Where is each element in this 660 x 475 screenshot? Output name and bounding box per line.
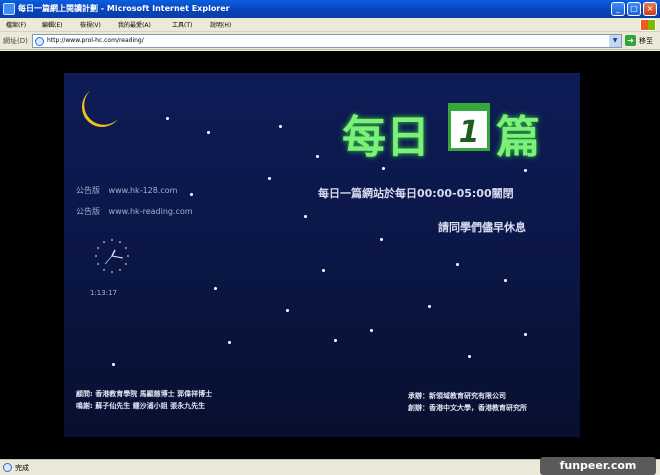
star xyxy=(112,363,115,366)
address-label: 網址(D) xyxy=(3,37,28,45)
close-button[interactable]: × xyxy=(643,2,657,16)
calendar-page-icon: 1 xyxy=(448,103,490,151)
star xyxy=(456,263,459,266)
star xyxy=(207,131,210,134)
windows-flag-icon xyxy=(640,19,656,31)
crescent-moon-icon xyxy=(82,91,118,127)
credit-thanks: 鳴謝: 蘇子仙先生 鍾沙浦小姐 張永九先生 xyxy=(76,402,206,410)
star xyxy=(268,177,271,180)
star xyxy=(322,269,325,272)
clock-time: 1:13:17 xyxy=(90,289,117,297)
maximize-button[interactable]: □ xyxy=(627,2,641,16)
star xyxy=(279,125,282,128)
page-done-icon xyxy=(3,463,12,472)
minimize-button[interactable]: _ xyxy=(611,2,625,16)
star xyxy=(468,355,471,358)
menu-favorites[interactable]: 我的最愛(A) xyxy=(118,20,151,29)
board-link-2[interactable]: 公告版 www.hk-reading.com xyxy=(76,206,193,217)
site-logo: 每日 1 篇 xyxy=(342,101,552,163)
window-title: 每日一篇網上閱讀計劃 - Microsoft Internet Explorer xyxy=(18,4,230,13)
logo-number: 1 xyxy=(458,115,480,150)
board-url[interactable]: www.hk-reading.com xyxy=(109,207,193,216)
board-label: 公告版 xyxy=(76,186,100,195)
logo-text-right: 篇 xyxy=(496,112,540,163)
star xyxy=(334,339,337,342)
board-link-1[interactable]: 公告版 www.hk-128.com xyxy=(76,185,177,196)
menu-file[interactable]: 檔案(F) xyxy=(6,20,26,29)
go-arrow-icon[interactable]: ➜ xyxy=(625,35,636,46)
star xyxy=(228,341,231,344)
star xyxy=(380,238,383,241)
window-controls: _ □ × xyxy=(611,2,657,16)
menu-tools[interactable]: 工具(T) xyxy=(172,20,192,29)
credit-advisor: 顧問: 香港教育學院 馬顯慈博士 郭偉祥博士 xyxy=(76,390,213,398)
logo-text-left: 每日 xyxy=(342,112,430,163)
star xyxy=(214,287,217,290)
credit-organizer: 承辦：新領域教育研究有限公司 xyxy=(408,392,506,400)
browser-window: 每日一篇網上閱讀計劃 - Microsoft Internet Explorer… xyxy=(0,0,660,475)
star xyxy=(304,215,307,218)
page-icon xyxy=(35,37,44,46)
address-bar: 網址(D) http://www.prol-hc.com/reading/ ▼ … xyxy=(0,32,660,50)
star xyxy=(428,305,431,308)
star xyxy=(524,169,527,172)
go-button[interactable]: ➜ 移至 xyxy=(625,35,657,47)
star xyxy=(286,309,289,312)
star xyxy=(190,193,193,196)
browser-viewport: 每日 1 篇 每日一篇網站於每日00:00-05:00關閉 請同學們儘早休息 公… xyxy=(0,51,660,459)
title-bar: 每日一篇網上閱讀計劃 - Microsoft Internet Explorer… xyxy=(0,0,660,18)
analog-clock-icon xyxy=(95,239,129,273)
star xyxy=(316,155,319,158)
address-input[interactable]: http://www.prol-hc.com/reading/ ▼ xyxy=(32,34,622,48)
star xyxy=(382,167,385,170)
address-url[interactable]: http://www.prol-hc.com/reading/ xyxy=(47,37,144,44)
menu-help[interactable]: 說明(H) xyxy=(210,20,231,29)
star xyxy=(370,329,373,332)
go-label[interactable]: 移至 xyxy=(639,36,653,46)
star xyxy=(166,117,169,120)
star xyxy=(504,279,507,282)
credit-founder: 創辦：香港中文大學，香港教育研究所 xyxy=(408,404,527,412)
chevron-down-icon[interactable]: ▼ xyxy=(609,35,621,47)
board-url[interactable]: www.hk-128.com xyxy=(109,186,178,195)
menu-edit[interactable]: 編輯(E) xyxy=(42,20,62,29)
rest-notice: 請同學們儘早休息 xyxy=(438,221,526,234)
menu-view[interactable]: 檢視(V) xyxy=(80,20,101,29)
reading-page: 每日 1 篇 每日一篇網站於每日00:00-05:00關閉 請同學們儘早休息 公… xyxy=(64,73,580,437)
closing-notice: 每日一篇網站於每日00:00-05:00關閉 xyxy=(318,187,514,200)
watermark: funpeer.com xyxy=(540,457,656,475)
ie-icon xyxy=(3,3,15,15)
status-text: 完成 xyxy=(15,464,29,472)
board-label: 公告版 xyxy=(76,207,100,216)
menu-bar: 檔案(F) 編輯(E) 檢視(V) 我的最愛(A) 工具(T) 說明(H) xyxy=(0,18,660,32)
star xyxy=(524,333,527,336)
